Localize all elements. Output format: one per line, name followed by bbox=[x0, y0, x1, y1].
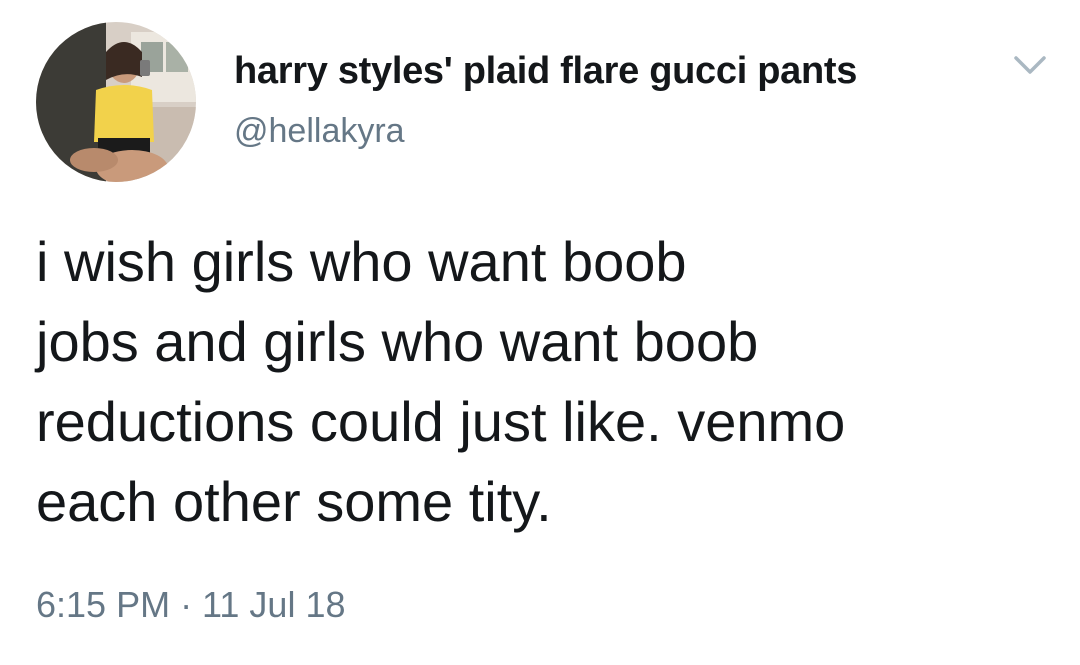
user-handle[interactable]: @hellakyra bbox=[234, 112, 405, 151]
tweet-text: i wish girls who want boob jobs and girl… bbox=[36, 230, 846, 533]
tweet: harry styles' plaid flare gucci pants @h… bbox=[0, 0, 1080, 665]
avatar-photo bbox=[36, 22, 196, 182]
display-name[interactable]: harry styles' plaid flare gucci pants bbox=[234, 50, 857, 93]
avatar[interactable] bbox=[36, 22, 196, 182]
chevron-down-icon[interactable] bbox=[1008, 50, 1052, 80]
tweet-timestamp[interactable]: 6:15 PM · 11 Jul 18 bbox=[36, 584, 346, 626]
